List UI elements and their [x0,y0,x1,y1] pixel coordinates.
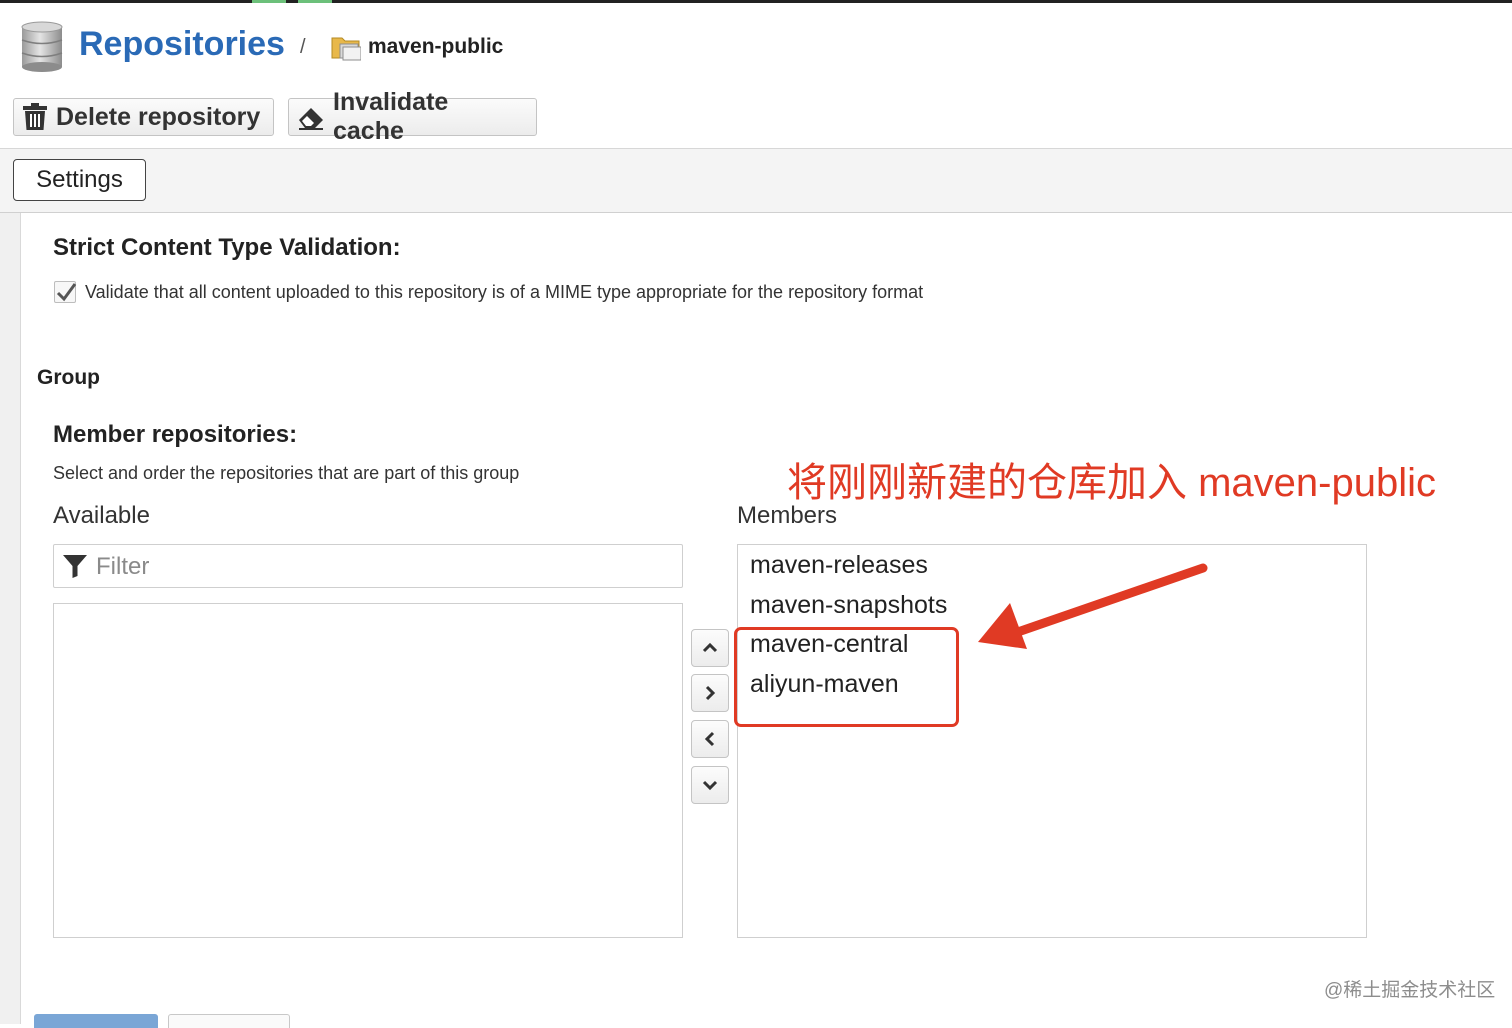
save-button[interactable] [34,1014,158,1028]
trash-icon [23,103,47,130]
invalidate-cache-button[interactable]: Invalidate cache [288,88,537,145]
strict-validation-checkbox[interactable] [54,281,77,303]
delete-repository-button[interactable]: Delete repository [13,98,274,136]
watermark: @稀土掘金技术社区 [1324,980,1496,1001]
breadcrumb-separator: / [300,36,306,58]
chevron-left-icon [704,731,715,747]
filter-field[interactable] [53,544,683,588]
delete-repository-label: Delete repository [56,102,261,131]
group-section-heading: Group [37,366,100,389]
available-repositories-list[interactable] [53,603,683,938]
annotation-text: 将刚刚新建的仓库加入 maven-public [787,461,1437,505]
filter-icon [63,555,87,578]
list-item[interactable]: maven-snapshots [750,591,947,620]
filter-input[interactable] [94,549,668,585]
tab-bar: Settings [0,149,1512,213]
move-up-button[interactable] [691,629,729,667]
discard-button[interactable] [168,1014,290,1028]
available-label: Available [53,502,150,529]
add-to-members-button[interactable] [691,674,729,712]
database-icon [21,21,63,72]
move-down-button[interactable] [691,766,729,804]
member-repositories-heading: Member repositories: [53,421,298,448]
strict-validation-label: Validate that all content uploaded to th… [85,282,924,302]
chevron-down-icon [702,780,718,791]
chevron-right-icon [705,685,716,701]
invalidate-cache-label: Invalidate cache [333,88,449,145]
breadcrumb-repositories-link[interactable]: Repositories [79,25,285,64]
left-rail [0,213,21,1024]
chevron-up-icon [702,642,718,653]
breadcrumb-current: maven-public [368,35,504,58]
folder-repository-icon [331,37,361,61]
eraser-icon [299,108,323,130]
annotation-arrow-icon [978,563,1208,649]
remove-from-members-button[interactable] [691,720,729,758]
checkmark-icon [56,283,77,302]
annotation-highlight-box [734,627,959,727]
tab-settings[interactable]: Settings [13,159,146,201]
strict-validation-heading: Strict Content Type Validation: [53,234,401,261]
page-header: Repositories / maven-public Delete repos… [0,3,1512,149]
member-repositories-help: Select and order the repositories that a… [53,463,520,483]
list-item[interactable]: maven-releases [750,551,928,580]
